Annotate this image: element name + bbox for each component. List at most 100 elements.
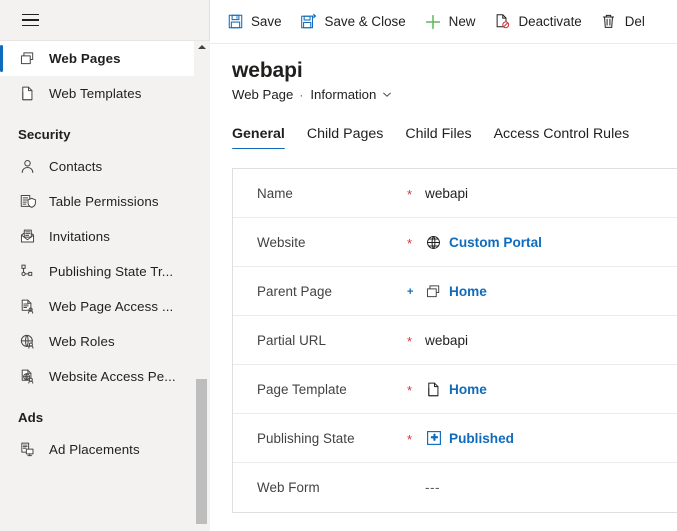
form-row: Name * webapi (233, 169, 677, 218)
del-button[interactable]: Del (600, 7, 645, 37)
new-button[interactable]: New (424, 7, 476, 37)
required-marker: * (407, 235, 413, 251)
sidebar-scrollbar[interactable] (194, 41, 210, 531)
sidebar-item-label: Invitations (49, 229, 110, 244)
sidebar-item-website-access-pe[interactable]: Website Access Pe... (0, 359, 210, 394)
field-value-text: webapi (425, 332, 469, 348)
form-row: Publishing State * Published (233, 414, 677, 463)
table-permissions-icon (18, 193, 36, 211)
form-fields-card: Name * webapi Website * Custom Portal Parent P… (232, 168, 677, 513)
sidebar-item-label: Web Templates (49, 86, 142, 101)
scrollbar-thumb[interactable] (196, 379, 207, 524)
command-label: Del (624, 14, 645, 29)
sidebar-item-invitations[interactable]: Invitations (0, 219, 210, 254)
sidebar-item-label: Contacts (49, 159, 103, 174)
tab-general[interactable]: General (232, 126, 285, 150)
sidebar-item-contacts[interactable]: Contacts (0, 149, 210, 184)
contact-icon (18, 158, 36, 176)
chevron-down-icon[interactable] (382, 90, 392, 100)
field-value-text: --- (425, 480, 441, 495)
sidebar-item-web-page-access[interactable]: Web Page Access ... (0, 289, 210, 324)
sidebar-item-web-pages[interactable]: Web Pages (0, 41, 210, 76)
globe-icon (425, 234, 442, 251)
sidebar-item-ad-placements[interactable]: Ad Placements (0, 432, 210, 467)
deactivate-icon (493, 13, 511, 31)
command-label: Save (251, 14, 282, 29)
save-and-close-icon (300, 13, 318, 31)
sidebar-item-web-roles[interactable]: Web Roles (0, 324, 210, 359)
field-value[interactable]: --- (425, 480, 440, 495)
invitations-icon (18, 228, 36, 246)
command-label: Deactivate (518, 14, 582, 29)
form-row: Parent Page + Home (233, 267, 677, 316)
app-root: Web Pages Web Templates Security Contacts Ta… (0, 0, 677, 531)
required-marker: * (407, 382, 413, 398)
sidebar-item-web-templates[interactable]: Web Templates (0, 76, 210, 111)
record-header: webapi Web Page · Information (210, 44, 677, 102)
sidebar-item-label: Web Page Access ... (49, 299, 174, 314)
page-template-icon (425, 381, 442, 398)
web-page-access-icon (18, 298, 36, 316)
save-close-button[interactable]: Save & Close (300, 7, 406, 37)
breadcrumb-separator: · (299, 87, 304, 102)
required-marker: * (407, 333, 413, 349)
sidebar-item-label: Web Roles (49, 334, 115, 349)
web-pages-icon (425, 283, 442, 300)
deactivate-button[interactable]: Deactivate (493, 7, 582, 37)
scroll-up-arrow-icon[interactable] (198, 45, 206, 49)
hamburger-menu-icon[interactable] (22, 13, 39, 27)
field-value-link[interactable]: Home (425, 381, 487, 398)
command-label: New (448, 14, 476, 29)
form-row: Page Template * Home (233, 365, 677, 414)
field-label: Name (257, 185, 293, 201)
sidebar-group-header: Security (18, 127, 71, 142)
tab-strip: General Child Pages Child Files Access Cont… (210, 116, 677, 150)
sidebar-nav-list: Web Pages Web Templates Security Contacts Ta… (0, 41, 210, 467)
publishing-state-transition-icon (18, 263, 36, 281)
required-marker (407, 487, 425, 489)
required-marker: * (407, 186, 413, 202)
field-value-text: Home (449, 381, 487, 397)
field-value[interactable]: webapi (425, 186, 468, 201)
page-title: webapi (232, 59, 303, 82)
breadcrumb: Web Page · Information (232, 87, 677, 102)
save-button[interactable]: Save (226, 7, 282, 37)
sidebar-group-header: Ads (18, 410, 44, 425)
publishing-state-icon (425, 430, 442, 447)
plus-icon (424, 13, 442, 31)
sidebar-item-label: Ad Placements (49, 442, 140, 457)
sidebar-item-label: Website Access Pe... (49, 369, 176, 384)
command-bar: Save Save & Close New Deactivate Del (210, 0, 677, 44)
field-value-text: Custom Portal (449, 234, 542, 250)
tab-child-pages[interactable]: Child Pages (307, 126, 384, 150)
sidebar-scroll-region: Web Pages Web Templates Security Contacts Ta… (0, 40, 210, 531)
sidebar-item-table-permissions[interactable]: Table Permissions (0, 184, 210, 219)
required-marker: * (407, 431, 413, 447)
field-value-link[interactable]: Published (425, 430, 514, 447)
tab-child-files[interactable]: Child Files (405, 126, 471, 150)
field-label: Publishing State (257, 430, 355, 446)
field-value-text: Home (449, 283, 487, 299)
sidebar-header (0, 0, 209, 40)
web-templates-icon (18, 85, 36, 103)
web-roles-icon (18, 333, 36, 351)
field-value-link[interactable]: Custom Portal (425, 234, 542, 251)
sidebar-item-label: Table Permissions (49, 194, 159, 209)
field-value-text: Published (449, 430, 514, 446)
field-label: Page Template (257, 381, 347, 397)
command-label: Save & Close (324, 14, 406, 29)
form-row: Web Form --- (233, 463, 677, 512)
sidebar-item-label: Web Pages (49, 51, 121, 66)
recommended-marker: + (407, 285, 414, 298)
delete-icon (600, 13, 618, 31)
web-pages-icon (18, 50, 36, 68)
form-row: Partial URL * webapi (233, 316, 677, 365)
field-label: Website (257, 234, 306, 250)
field-value[interactable]: webapi (425, 333, 468, 348)
sidebar-item-publishing-state-tr[interactable]: Publishing State Tr... (0, 254, 210, 289)
ad-placements-icon (18, 441, 36, 459)
tab-access-control-rules[interactable]: Access Control Rules (494, 126, 630, 150)
field-value-link[interactable]: Home (425, 283, 487, 300)
form-selector-label[interactable]: Information (310, 87, 376, 102)
sidebar: Web Pages Web Templates Security Contacts Ta… (0, 0, 210, 531)
